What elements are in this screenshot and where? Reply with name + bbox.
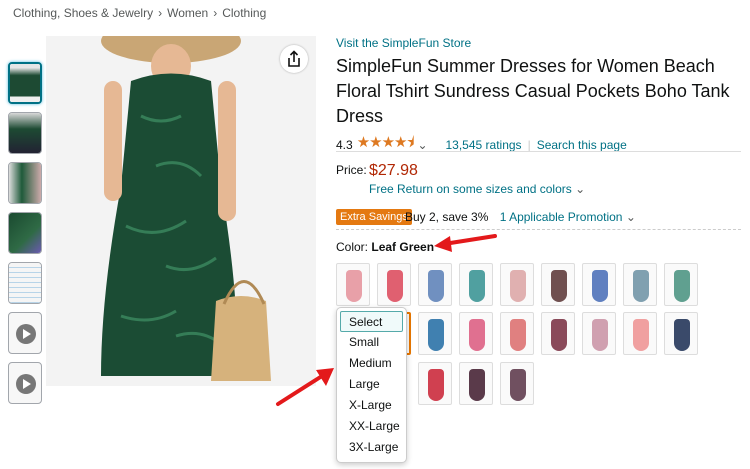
chevron-right-icon: › bbox=[158, 6, 163, 20]
applicable-promotion-link[interactable]: 1 Applicable Promotion bbox=[500, 210, 623, 224]
dress-thumbnail bbox=[469, 319, 485, 351]
dress-thumbnail bbox=[346, 270, 362, 302]
price-value: $27.98 bbox=[369, 162, 418, 179]
play-icon bbox=[16, 324, 36, 344]
separator: | bbox=[527, 137, 531, 152]
rating-row: 4.3 ★★★★⯨ ⌄ 13,545 ratings | Search this… bbox=[336, 132, 627, 157]
dress-thumbnail bbox=[387, 270, 403, 302]
rating-value: 4.3 bbox=[336, 137, 353, 152]
red-arrow-annotation bbox=[276, 368, 334, 406]
color-swatch[interactable] bbox=[459, 362, 493, 405]
breadcrumb-item[interactable]: Clothing bbox=[222, 6, 266, 20]
color-swatch[interactable] bbox=[377, 263, 411, 306]
thumbnail-size-chart[interactable] bbox=[8, 262, 42, 304]
thumbnail-image[interactable] bbox=[8, 162, 42, 204]
size-dropdown-menu[interactable]: Select Small Medium Large X-Large XX-Large 3X-… bbox=[336, 307, 407, 463]
color-swatch[interactable] bbox=[664, 312, 698, 355]
dress-thumbnail bbox=[510, 319, 526, 351]
star-rating-icon[interactable]: ★★★★⯨ bbox=[357, 132, 415, 157]
size-option[interactable]: XX-Large bbox=[337, 416, 406, 437]
dress-thumbnail bbox=[510, 270, 526, 302]
color-swatch[interactable] bbox=[623, 263, 657, 306]
divider bbox=[336, 151, 741, 152]
free-return-text: Free Return on some sizes and colors bbox=[369, 182, 572, 196]
breadcrumb-item[interactable]: Clothing, Shoes & Jewelry bbox=[13, 6, 153, 20]
dress-thumbnail bbox=[674, 270, 690, 302]
dress-thumbnail bbox=[592, 319, 608, 351]
size-option[interactable]: Medium bbox=[337, 353, 406, 374]
free-return-link[interactable]: Free Return on some sizes and colors ⌄ bbox=[369, 182, 585, 196]
dress-thumbnail bbox=[428, 369, 444, 401]
ratings-count-link[interactable]: 13,545 ratings bbox=[446, 138, 522, 152]
thumbnail-strip bbox=[8, 62, 42, 412]
thumbnail-video[interactable] bbox=[8, 312, 42, 354]
dress-thumbnail bbox=[551, 270, 567, 302]
breadcrumb: Clothing, Shoes & Jewelry › Women › Clothing bbox=[13, 6, 266, 20]
color-swatch[interactable] bbox=[459, 263, 493, 306]
size-option[interactable]: X-Large bbox=[337, 395, 406, 416]
divider bbox=[336, 229, 741, 230]
color-swatch[interactable] bbox=[582, 312, 616, 355]
chevron-down-icon[interactable]: ⌄ bbox=[626, 210, 636, 224]
thumbnail-image[interactable] bbox=[8, 212, 42, 254]
color-swatch[interactable] bbox=[500, 263, 534, 306]
color-label: Color: bbox=[336, 240, 369, 254]
promo-row: Buy 2, save 3% 1 Applicable Promotion ⌄ bbox=[405, 210, 636, 224]
color-selection-label: Color: Leaf Green bbox=[336, 240, 434, 254]
chevron-down-icon: ⌄ bbox=[575, 182, 586, 196]
size-option[interactable]: Large bbox=[337, 374, 406, 395]
dress-thumbnail bbox=[469, 369, 485, 401]
color-swatch[interactable] bbox=[582, 263, 616, 306]
product-title: SimpleFun Summer Dresses for Women Beach… bbox=[336, 56, 730, 126]
chevron-right-icon: › bbox=[213, 6, 218, 20]
dress-thumbnail bbox=[551, 319, 567, 351]
dress-thumbnail bbox=[633, 270, 649, 302]
color-swatch[interactable] bbox=[459, 312, 493, 355]
extra-savings-badge: Extra Savings bbox=[336, 209, 412, 225]
dress-thumbnail bbox=[469, 270, 485, 302]
color-swatch[interactable] bbox=[336, 263, 370, 306]
store-link[interactable]: Visit the SimpleFun Store bbox=[336, 36, 471, 50]
color-swatch[interactable] bbox=[418, 263, 452, 306]
color-swatch[interactable] bbox=[418, 362, 452, 405]
thumbnail-image[interactable] bbox=[8, 62, 42, 104]
search-page-link[interactable]: Search this page bbox=[537, 138, 627, 152]
color-swatch[interactable] bbox=[623, 312, 657, 355]
color-value: Leaf Green bbox=[371, 240, 435, 254]
size-option[interactable]: Select bbox=[340, 311, 403, 332]
dress-thumbnail bbox=[428, 319, 444, 351]
breadcrumb-item[interactable]: Women bbox=[167, 6, 208, 20]
size-option[interactable]: 3X-Large bbox=[337, 437, 406, 458]
dress-thumbnail bbox=[674, 319, 690, 351]
size-option[interactable]: Small bbox=[337, 332, 406, 353]
thumbnail-image[interactable] bbox=[8, 112, 42, 154]
promo-text: Buy 2, save 3% bbox=[405, 210, 489, 224]
play-icon bbox=[16, 374, 36, 394]
dress-thumbnail bbox=[592, 270, 608, 302]
color-swatch[interactable] bbox=[541, 312, 575, 355]
dress-model-image bbox=[46, 36, 316, 386]
dress-thumbnail bbox=[510, 369, 526, 401]
product-main-image[interactable] bbox=[46, 36, 316, 386]
thumbnail-video[interactable] bbox=[8, 362, 42, 404]
chevron-down-icon[interactable]: ⌄ bbox=[417, 138, 427, 152]
share-button[interactable] bbox=[280, 45, 308, 73]
color-swatch[interactable] bbox=[500, 312, 534, 355]
color-swatch[interactable] bbox=[541, 263, 575, 306]
color-swatch[interactable] bbox=[418, 312, 452, 355]
dress-thumbnail bbox=[633, 319, 649, 351]
share-icon bbox=[288, 50, 300, 67]
dress-thumbnail bbox=[428, 270, 444, 302]
color-swatch[interactable] bbox=[664, 263, 698, 306]
red-arrow-annotation bbox=[434, 234, 497, 252]
color-swatch[interactable] bbox=[500, 362, 534, 405]
price-label: Price: bbox=[336, 163, 367, 177]
